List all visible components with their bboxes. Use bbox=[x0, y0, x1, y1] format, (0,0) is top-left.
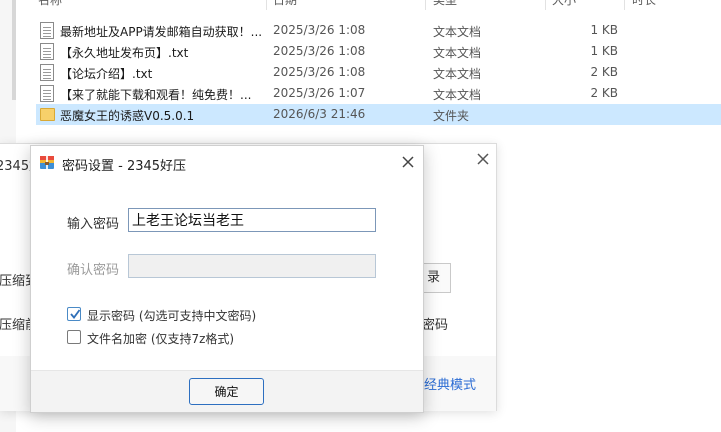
dialog-title: 密码设置 - 2345好压 bbox=[62, 159, 187, 174]
close-icon[interactable] bbox=[476, 152, 490, 166]
file-name: 最新地址及APP请发邮箱自动获取！... bbox=[60, 25, 263, 39]
column-separator bbox=[545, 0, 546, 10]
text-file-icon bbox=[40, 43, 54, 60]
column-separator bbox=[266, 0, 267, 10]
file-row[interactable]: 【永久地址发布页】.txt 2025/3/26 1:08 文本文档 1 KB bbox=[36, 41, 721, 62]
column-separator bbox=[624, 0, 625, 10]
confirm-password-label: 确认密码 bbox=[67, 263, 120, 278]
column-header-name[interactable]: 名称 bbox=[38, 0, 62, 9]
column-header-duration[interactable]: 时长 bbox=[632, 0, 656, 9]
file-type: 文本文档 bbox=[433, 46, 482, 60]
file-date: 2025/3/26 1:08 bbox=[273, 65, 366, 79]
ok-button[interactable]: 确定 bbox=[189, 378, 264, 405]
file-row[interactable]: 最新地址及APP请发邮箱自动获取！... 2025/3/26 1:08 文本文档… bbox=[36, 20, 721, 41]
file-date: 2025/3/26 1:08 bbox=[273, 44, 366, 58]
file-name: 恶魔女王的诱惑V0.5.0.1 bbox=[60, 109, 195, 123]
archive-app-icon bbox=[40, 156, 54, 169]
show-password-label: 显示密码 (勾选可支持中文密码) bbox=[87, 309, 257, 323]
password-dialog: 密码设置 - 2345好压 输入密码 确认密码 显示密码 (勾选可支持中文密码)… bbox=[30, 145, 424, 413]
password-input[interactable] bbox=[128, 208, 376, 232]
file-name: 【永久地址发布页】.txt bbox=[60, 46, 189, 60]
file-date: 2025/3/26 1:07 bbox=[273, 86, 366, 100]
text-file-icon bbox=[40, 85, 54, 102]
text-file-icon bbox=[40, 64, 54, 81]
column-header-type[interactable]: 类型 bbox=[433, 0, 457, 9]
file-type: 文本文档 bbox=[433, 88, 482, 102]
file-name: 【来了就能下载和观看！纯免费！... bbox=[60, 88, 252, 102]
file-row[interactable]: 【来了就能下载和观看！纯免费！... 2025/3/26 1:07 文本文档 2… bbox=[36, 83, 721, 104]
file-row[interactable]: 【论坛介绍】.txt 2025/3/26 1:08 文本文档 2 KB bbox=[36, 62, 721, 83]
file-type: 文件夹 bbox=[433, 109, 470, 123]
column-header-size[interactable]: 大小 bbox=[552, 0, 576, 9]
show-password-checkbox[interactable] bbox=[67, 307, 81, 321]
pane-divider[interactable] bbox=[12, 0, 16, 100]
file-row-selected[interactable]: 恶魔女王的诱惑V0.5.0.1 2026/6/3 21:46 文件夹 bbox=[36, 104, 721, 125]
password-label: 输入密码 bbox=[67, 217, 120, 232]
text-file-icon bbox=[40, 22, 54, 39]
encrypt-filenames-label: 文件名加密 (仅支持7z格式) bbox=[87, 332, 235, 346]
file-size: 2 KB bbox=[590, 65, 618, 79]
classic-mode-link[interactable]: 经典模式 bbox=[424, 374, 476, 393]
checkmark-icon bbox=[70, 309, 81, 319]
column-header-date[interactable]: 日期 bbox=[273, 0, 297, 9]
close-icon[interactable] bbox=[398, 152, 418, 172]
folder-icon bbox=[40, 108, 55, 121]
password-label: 密码 bbox=[422, 318, 449, 333]
dialog-titlebar[interactable]: 密码设置 - 2345好压 bbox=[31, 146, 423, 178]
file-date: 2026/6/3 21:46 bbox=[273, 107, 366, 121]
column-separator bbox=[425, 0, 426, 10]
file-name: 【论坛介绍】.txt bbox=[60, 67, 153, 81]
file-type: 文本文档 bbox=[433, 67, 482, 81]
confirm-password-input[interactable] bbox=[128, 254, 376, 278]
encrypt-filenames-checkbox[interactable] bbox=[67, 330, 81, 344]
file-type: 文本文档 bbox=[433, 25, 482, 39]
file-size: 2 KB bbox=[590, 86, 618, 100]
file-size: 1 KB bbox=[590, 23, 618, 37]
file-date: 2025/3/26 1:08 bbox=[273, 23, 366, 37]
file-size: 1 KB bbox=[590, 44, 618, 58]
